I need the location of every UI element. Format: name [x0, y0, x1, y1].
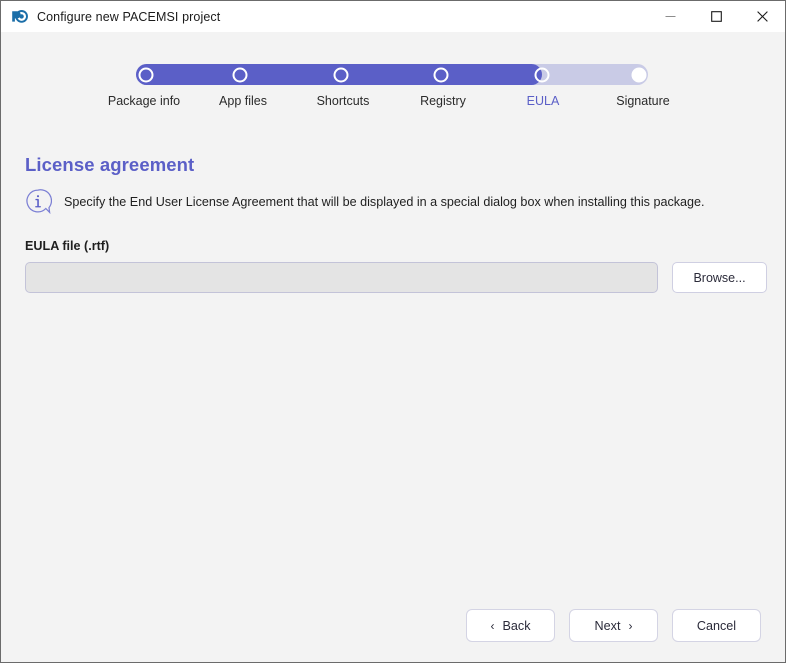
stepper-label-eula: EULA — [526, 94, 560, 108]
title-bar-left: Configure new PACEMSI project — [1, 8, 220, 25]
window-title: Configure new PACEMSI project — [37, 9, 221, 24]
stepper-label-package-info: Package info — [107, 94, 181, 108]
back-button[interactable]: ‹ Back — [466, 609, 555, 642]
pace-logo-icon — [11, 8, 28, 25]
stepper-label-signature: Signature — [616, 94, 670, 108]
info-bubble-icon — [25, 188, 52, 215]
stepper-track — [136, 64, 648, 85]
eula-file-label: EULA file (.rtf) — [25, 239, 110, 253]
stepper-label-shortcuts: Shortcuts — [316, 94, 370, 108]
dialog-body: Package info App files Shortcuts Registr… — [1, 32, 785, 662]
stepper-node-shortcuts[interactable] — [333, 67, 349, 82]
chevron-left-icon: ‹ — [490, 618, 495, 633]
description-text: Specify the End User License Agreement t… — [64, 194, 705, 209]
stepper-node-registry[interactable] — [433, 67, 449, 82]
eula-file-input[interactable] — [25, 262, 658, 293]
stepper-label-app-files: App files — [219, 94, 267, 108]
chevron-right-icon: › — [628, 618, 633, 633]
cancel-button[interactable]: Cancel — [672, 609, 761, 642]
configure-project-dialog: Configure new PACEMSI project Package in… — [0, 0, 786, 663]
wizard-stepper: Package info App files Shortcuts Registr… — [1, 64, 785, 124]
stepper-label-registry: Registry — [420, 94, 466, 108]
page-content: License agreement Specify the End User L… — [25, 154, 767, 293]
back-button-label: Back — [502, 618, 531, 633]
eula-file-field-row: Browse... — [25, 262, 767, 293]
minimize-icon[interactable] — [647, 1, 693, 32]
stepper-labels: Package info App files Shortcuts Registr… — [1, 94, 785, 114]
window-controls — [647, 1, 785, 32]
stepper-node-eula[interactable] — [534, 67, 550, 82]
title-bar: Configure new PACEMSI project — [1, 1, 785, 32]
stepper-node-package-info[interactable] — [138, 67, 154, 82]
stepper-node-signature[interactable] — [631, 67, 647, 82]
cancel-button-label: Cancel — [696, 618, 737, 633]
dialog-footer: ‹ Back Next › Cancel — [466, 609, 761, 642]
maximize-icon[interactable] — [693, 1, 739, 32]
page-title: License agreement — [25, 154, 195, 175]
description-row: Specify the End User License Agreement t… — [25, 188, 761, 215]
next-button[interactable]: Next › — [569, 609, 658, 642]
next-button-label: Next — [594, 618, 621, 633]
close-icon[interactable] — [739, 1, 785, 32]
browse-button[interactable]: Browse... — [672, 262, 767, 293]
stepper-node-app-files[interactable] — [232, 67, 248, 82]
